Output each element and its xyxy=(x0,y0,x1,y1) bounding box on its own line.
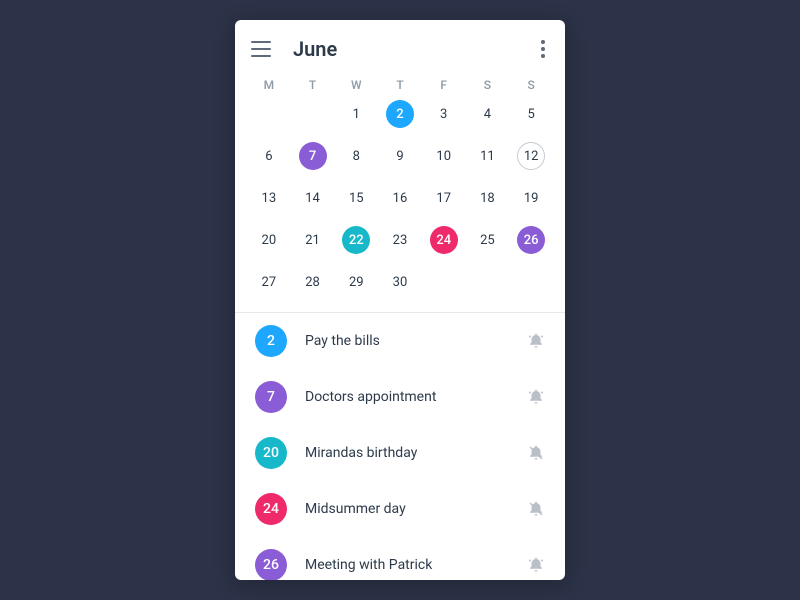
calendar-grid: 1234567891011121314151617181920212223242… xyxy=(235,96,565,312)
event-label: Pay the bills xyxy=(305,333,509,349)
calendar-day-number: 4 xyxy=(484,107,491,122)
calendar-day[interactable]: 26 xyxy=(509,222,553,258)
calendar-day-number: 14 xyxy=(305,191,320,206)
calendar-day[interactable]: 3 xyxy=(422,96,466,132)
event-day-badge: 20 xyxy=(255,437,287,469)
calendar-day[interactable]: 12 xyxy=(509,138,553,174)
bell-off-icon[interactable] xyxy=(527,500,545,518)
calendar-day[interactable]: 20 xyxy=(247,222,291,258)
calendar-day[interactable]: 19 xyxy=(509,180,553,216)
calendar-day[interactable]: 14 xyxy=(291,180,335,216)
calendar-day-number: 10 xyxy=(436,149,451,164)
calendar-cell-empty xyxy=(291,96,335,132)
weekday-label: W xyxy=(334,78,378,92)
event-label: Mirandas birthday xyxy=(305,445,509,461)
calendar-day[interactable]: 25 xyxy=(466,222,510,258)
calendar-day-number: 30 xyxy=(393,275,408,290)
event-item[interactable]: 7 Doctors appointment xyxy=(235,369,565,425)
calendar-day-number: 16 xyxy=(393,191,408,206)
calendar-day-number: 15 xyxy=(349,191,364,206)
page-title: June xyxy=(293,37,537,61)
calendar-day-number: 26 xyxy=(517,226,545,254)
menu-icon[interactable] xyxy=(251,41,271,57)
calendar-day-number: 8 xyxy=(353,149,360,164)
calendar-day-number: 27 xyxy=(262,275,277,290)
header: June xyxy=(235,20,565,70)
calendar-day-number: 3 xyxy=(440,107,447,122)
weekday-label: M xyxy=(247,78,291,92)
calendar-day[interactable]: 8 xyxy=(334,138,378,174)
calendar-day-number: 24 xyxy=(430,226,458,254)
weekday-label: T xyxy=(291,78,335,92)
calendar-day[interactable]: 5 xyxy=(509,96,553,132)
weekday-label: F xyxy=(422,78,466,92)
event-day-badge: 2 xyxy=(255,325,287,357)
calendar-card: June MTWTFSS 123456789101112131415161718… xyxy=(235,20,565,580)
event-item[interactable]: 24 Midsummer day xyxy=(235,481,565,537)
event-day-badge: 26 xyxy=(255,549,287,580)
event-item[interactable]: 26 Meeting with Patrick xyxy=(235,537,565,580)
calendar-day-number: 23 xyxy=(393,233,408,248)
calendar-day-number: 17 xyxy=(436,191,451,206)
calendar-day[interactable]: 4 xyxy=(466,96,510,132)
weekday-label: S xyxy=(509,78,553,92)
calendar-day[interactable]: 2 xyxy=(378,96,422,132)
calendar-day[interactable]: 18 xyxy=(466,180,510,216)
calendar-day-number: 12 xyxy=(517,142,545,170)
calendar-day-number: 20 xyxy=(262,233,277,248)
calendar-day[interactable]: 29 xyxy=(334,264,378,300)
calendar-day-number: 2 xyxy=(386,100,414,128)
calendar-day[interactable]: 6 xyxy=(247,138,291,174)
calendar-cell-empty xyxy=(247,96,291,132)
calendar-day[interactable]: 27 xyxy=(247,264,291,300)
weekday-label: T xyxy=(378,78,422,92)
calendar-day[interactable]: 7 xyxy=(291,138,335,174)
event-label: Meeting with Patrick xyxy=(305,557,509,573)
calendar-day-number: 28 xyxy=(305,275,320,290)
calendar-day[interactable]: 16 xyxy=(378,180,422,216)
calendar-day-number: 19 xyxy=(524,191,539,206)
bell-off-icon[interactable] xyxy=(527,444,545,462)
calendar-day-number: 18 xyxy=(480,191,495,206)
calendar-day[interactable]: 23 xyxy=(378,222,422,258)
calendar-day-number: 1 xyxy=(353,107,360,122)
calendar-day[interactable]: 13 xyxy=(247,180,291,216)
calendar-day-number: 13 xyxy=(262,191,277,206)
event-item[interactable]: 2 Pay the bills xyxy=(235,313,565,369)
calendar-day-number: 9 xyxy=(396,149,403,164)
event-day-badge: 24 xyxy=(255,493,287,525)
calendar-day[interactable]: 15 xyxy=(334,180,378,216)
more-icon[interactable] xyxy=(537,36,549,62)
calendar-day[interactable]: 1 xyxy=(334,96,378,132)
calendar-day-number: 6 xyxy=(265,149,272,164)
bell-on-icon[interactable] xyxy=(527,388,545,406)
bell-on-icon[interactable] xyxy=(527,332,545,350)
weekday-row: MTWTFSS xyxy=(235,70,565,96)
calendar-day[interactable]: 9 xyxy=(378,138,422,174)
calendar-day-number: 29 xyxy=(349,275,364,290)
event-label: Doctors appointment xyxy=(305,389,509,405)
calendar-day-number: 22 xyxy=(342,226,370,254)
calendar-day-number: 11 xyxy=(480,149,495,164)
calendar-day-number: 25 xyxy=(480,233,495,248)
calendar-day[interactable]: 11 xyxy=(466,138,510,174)
bell-on-icon[interactable] xyxy=(527,556,545,574)
event-item[interactable]: 20 Mirandas birthday xyxy=(235,425,565,481)
calendar-day-number: 7 xyxy=(299,142,327,170)
calendar-day[interactable]: 10 xyxy=(422,138,466,174)
calendar-day-number: 5 xyxy=(527,107,534,122)
weekday-label: S xyxy=(466,78,510,92)
calendar-day-number: 21 xyxy=(305,233,320,248)
calendar-day[interactable]: 21 xyxy=(291,222,335,258)
calendar-day[interactable]: 28 xyxy=(291,264,335,300)
event-label: Midsummer day xyxy=(305,501,509,517)
calendar-day[interactable]: 24 xyxy=(422,222,466,258)
calendar-day[interactable]: 17 xyxy=(422,180,466,216)
event-day-badge: 7 xyxy=(255,381,287,413)
calendar-day[interactable]: 22 xyxy=(334,222,378,258)
calendar-day[interactable]: 30 xyxy=(378,264,422,300)
event-list: 2 Pay the bills 7 Doctors appointment 20 Mira… xyxy=(235,313,565,580)
